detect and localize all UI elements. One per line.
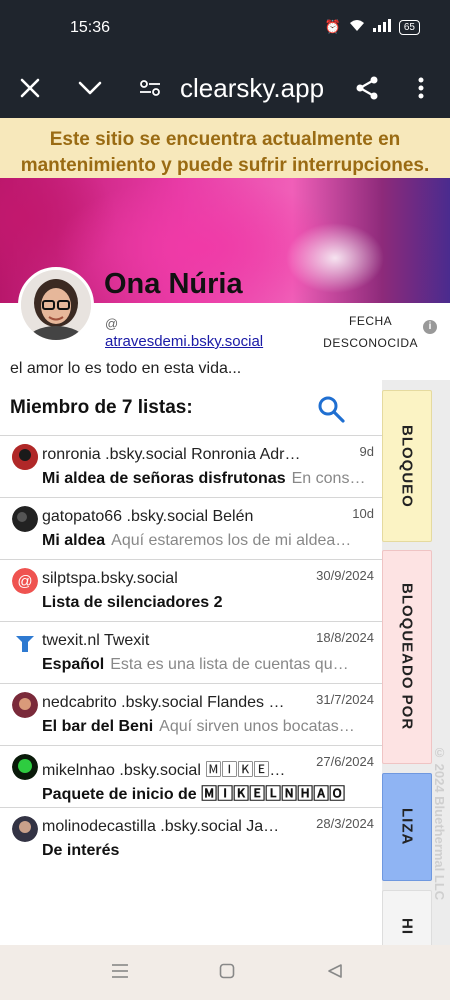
signal-icon — [372, 19, 391, 35]
list-item[interactable]: twexit.nl Twexit 18/8/2024 Español Esta e… — [0, 621, 382, 683]
page-url[interactable]: clearsky.app — [180, 70, 324, 106]
chevron-down-icon[interactable] — [72, 70, 108, 106]
list-description: Esta es una lista de cuentas qu… — [110, 656, 349, 673]
list-item[interactable]: mikelnhao .bsky.social 🄼🄸🄺🄴… 27/6/2024 P… — [0, 745, 382, 807]
tab-history[interactable]: HI — [382, 890, 432, 945]
alarm-icon: ⏰ — [324, 19, 341, 34]
info-icon[interactable]: i — [423, 320, 437, 334]
more-options-icon[interactable] — [403, 70, 439, 106]
list-name: Mi aldea — [42, 532, 106, 549]
back-icon[interactable] — [323, 961, 347, 985]
copyright: © 2024 Bluethermal LLC — [432, 745, 447, 901]
date-label-line2: DESCONOCIDA — [323, 336, 418, 350]
list-owner: ronronia .bsky.social Ronronia Adrame… — [42, 446, 304, 463]
list-owner: silptspa.bsky.social — [42, 570, 178, 587]
list-item[interactable]: gatopato66 .bsky.social Belén 10d Mi ald… — [0, 497, 382, 559]
svg-text:@: @ — [17, 573, 32, 590]
date-label-line1: FECHA — [348, 314, 393, 328]
profile-bio: el amor lo es todo en esta vida... — [10, 360, 242, 377]
list-owner: nedcabrito .bsky.social Flandes … — [42, 694, 285, 711]
maintenance-banner: Este sitio se encuentra actualmente en m… — [0, 118, 450, 178]
status-icons: ⏰ 65 — [325, 19, 420, 35]
search-icon[interactable] — [316, 394, 346, 424]
at-sign-avatar-icon: @ — [12, 568, 38, 594]
tab-lists[interactable]: LIZA — [382, 773, 432, 881]
list-date: 10d — [352, 506, 374, 521]
list-item[interactable]: ronronia .bsky.social Ronronia Adrame… 9… — [0, 435, 382, 497]
lists-header: Miembro de 7 listas: — [10, 397, 193, 418]
profile-name: Ona Núria — [104, 268, 243, 300]
list-description: En cons… — [291, 470, 366, 487]
list-owner: mikelnhao .bsky.social 🄼🄸🄺🄴… — [42, 762, 286, 779]
list-name: De interés — [42, 842, 120, 859]
avatar — [18, 267, 94, 343]
list-item[interactable]: molinodecastilla .bsky.social Ja… 28/3/2… — [0, 807, 382, 869]
list-date: 31/7/2024 — [316, 692, 374, 707]
list-description: Aquí sirven unos bocatas… — [159, 718, 355, 735]
list-date: 18/8/2024 — [316, 630, 374, 645]
list-owner-avatar — [12, 506, 38, 532]
tab-blocks[interactable]: BLOQUEO — [382, 390, 432, 542]
list-date: 27/6/2024 — [316, 754, 374, 769]
list-date: 30/9/2024 — [316, 568, 374, 583]
at-sign: @ — [105, 316, 119, 331]
lists-container: ronronia .bsky.social Ronronia Adrame… 9… — [0, 435, 382, 869]
list-name: Mi aldea de señoras disfrutonas — [42, 470, 286, 487]
list-owner: gatopato66 .bsky.social Belén — [42, 508, 254, 525]
wifi-icon — [349, 19, 365, 35]
share-icon[interactable] — [349, 70, 385, 106]
status-time: 15:36 — [70, 19, 111, 36]
profile-handle-link[interactable]: atravesdemi.bsky.social — [105, 333, 263, 350]
list-owner: molinodecastilla .bsky.social Ja… — [42, 818, 280, 835]
battery-icon: 65 — [398, 19, 420, 35]
close-icon[interactable] — [12, 70, 48, 106]
list-owner: twexit.nl Twexit — [42, 632, 150, 649]
menu-icon[interactable] — [108, 961, 132, 985]
list-description: Aquí estaremos los de mi aldea… — [111, 532, 352, 549]
list-item[interactable]: nedcabrito .bsky.social Flandes … 31/7/2… — [0, 683, 382, 745]
list-name: Español — [42, 656, 105, 673]
account-date: FECHA DESCONOCIDA — [323, 310, 418, 354]
list-owner-avatar — [12, 816, 38, 842]
system-nav-bar — [0, 945, 450, 1000]
list-item[interactable]: @ silptspa.bsky.social 30/9/2024 Lista d… — [0, 559, 382, 621]
list-name: Lista de silenciadores 2 — [42, 594, 223, 611]
list-date: 9d — [359, 444, 374, 459]
list-owner-avatar — [12, 444, 38, 470]
status-bar: 15:36 ⏰ 65 — [0, 0, 450, 58]
site-settings-icon[interactable] — [132, 70, 168, 106]
list-date: 28/3/2024 — [316, 816, 374, 831]
list-name: Paquete de inicio de 🄼🄸🄺🄴🄻🄽🄷🄰🄾 — [42, 786, 346, 803]
tab-blocked-by[interactable]: BLOQUEADO POR — [382, 550, 432, 764]
list-owner-avatar — [12, 692, 38, 718]
list-owner-avatar — [12, 630, 38, 656]
browser-toolbar: clearsky.app — [0, 58, 450, 118]
list-name: El bar del Beni — [42, 718, 154, 735]
home-icon[interactable] — [215, 961, 239, 985]
list-owner-avatar — [12, 754, 38, 780]
